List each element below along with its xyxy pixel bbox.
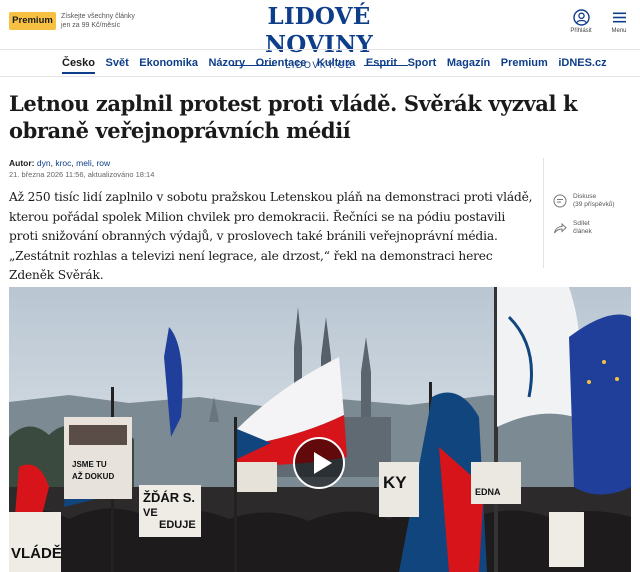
sign-text: KY [383, 473, 407, 492]
author-line: Autor: dyn, kroc, meli, row [9, 158, 529, 169]
sign-text: EDNA [475, 487, 501, 497]
article-meta: Autor: dyn, kroc, meli, row 21. března 2… [9, 158, 529, 180]
author-link[interactable]: row [96, 158, 110, 168]
author-list: dyn, kroc, meli, row [36, 158, 111, 168]
play-icon[interactable] [293, 437, 345, 489]
meta-divider [543, 158, 544, 268]
menu-label: Menu [611, 28, 627, 34]
sign-text: VE [143, 507, 158, 519]
update-date: aktualizováno 18:14 [87, 170, 155, 179]
hamburger-icon [612, 12, 626, 23]
nav-item-5[interactable]: Kultura [317, 50, 356, 77]
nav-item-7[interactable]: Sport [408, 50, 437, 77]
article-perex: Až 250 tisíc lidí zaplnilo v sobotu praž… [9, 190, 533, 283]
login-button[interactable]: Přihlásit [566, 9, 596, 34]
share-sublabel: článek [573, 228, 592, 235]
share-link[interactable]: Sdílet článek [553, 220, 638, 236]
author-link[interactable]: kroc [55, 158, 71, 168]
author-link[interactable]: meli [76, 158, 92, 168]
premium-button[interactable]: Premium [9, 12, 56, 30]
share-label: Sdílet [573, 220, 590, 227]
nav-item-10[interactable]: iDNES.cz [558, 50, 606, 77]
sign-text: ŽĎÁR S. [143, 490, 195, 505]
nav-item-8[interactable]: Magazín [447, 50, 490, 77]
menu-button[interactable]: Menu [604, 9, 634, 34]
nav-item-1[interactable]: Svět [106, 50, 129, 77]
article-video[interactable]: JSME TU AŽ DOKUD ŽĎÁR S. VE EDUJE VLÁDĚ … [9, 287, 631, 572]
login-label: Přihlásit [570, 28, 592, 34]
publish-date: 21. března 2026 11:56, [9, 170, 86, 179]
sign-text: EDUJE [159, 519, 196, 531]
discussion-count: (39 příspěvků) [573, 201, 615, 208]
user-icon [572, 9, 590, 26]
discussion-link[interactable]: Diskuse (39 příspěvků) [553, 193, 638, 209]
nav-item-6[interactable]: Esprit [366, 50, 397, 77]
share-icon [554, 222, 567, 234]
sign-text: JSME TU [72, 460, 107, 469]
sign-text: VLÁDĚ [11, 545, 62, 562]
discussion-label: Diskuse [573, 193, 597, 200]
author-link[interactable]: dyn [37, 158, 51, 168]
article-date: 21. března 2026 11:56, aktualizováno 18:… [9, 169, 529, 180]
article-headline: Letnou zaplnil protest proti vládě. Svěr… [9, 91, 578, 143]
protest-photo [9, 287, 631, 572]
top-bar: Premium Získejte všechny články jen za 9… [0, 0, 640, 70]
comment-icon [553, 194, 567, 208]
main-navigation: Česko Svět Ekonomika Názory Orientace Kultura… [0, 49, 640, 77]
author-label: Autor: [9, 158, 35, 168]
nav-item-0[interactable]: Česko [62, 50, 96, 77]
nav-item-3[interactable]: Názory [208, 50, 245, 77]
sign-text: AŽ DOKUD [72, 472, 115, 481]
nav-item-4[interactable]: Orientace [256, 50, 307, 77]
promo-text[interactable]: Získejte všechny články jen za 99 Kč/měs… [61, 12, 143, 30]
nav-list: Česko Svět Ekonomika Názory Orientace Kultura… [62, 50, 617, 77]
nav-item-2[interactable]: Ekonomika [139, 50, 198, 77]
nav-item-9[interactable]: Premium [501, 50, 548, 77]
